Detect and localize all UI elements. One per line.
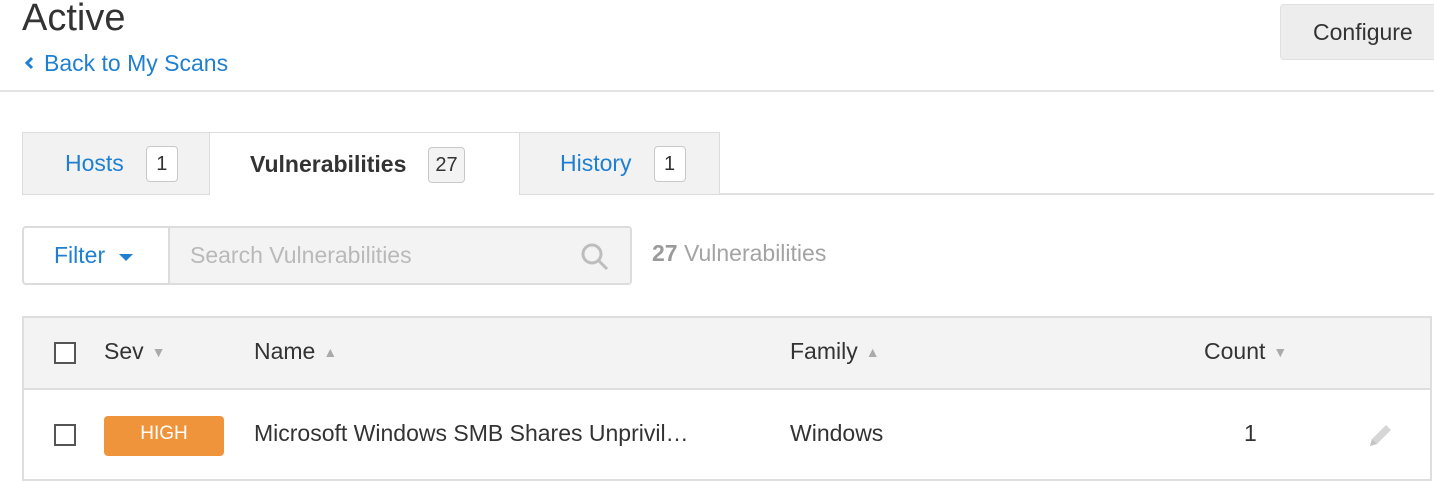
vulnerabilities-table: Sev ▼ Name ▲ Family ▲ Count ▼ HIGH Microsoft… [22,316,1432,481]
table-header: Sev ▼ Name ▲ Family ▲ Count ▼ [24,318,1430,390]
table-row[interactable]: HIGH Microsoft Windows SMB Shares Unpriv… [24,390,1430,481]
tab-history[interactable]: History 1 [519,132,720,195]
back-link[interactable]: Back to My Scans [24,48,228,78]
vulnerability-count-value: 1 [1244,420,1257,446]
caret-down-icon [119,254,134,261]
tab-label: Vulnerabilities [250,151,407,177]
column-header-sev[interactable]: Sev ▼ [104,338,166,365]
tab-hosts[interactable]: Hosts 1 [22,132,210,195]
back-link-label: Back to My Scans [44,50,229,76]
sort-desc-icon: ▼ [151,344,166,360]
tab-count-badge: 1 [653,145,686,182]
column-header-count[interactable]: Count ▼ [1204,338,1287,365]
filter-search-group: Filter [22,226,632,285]
select-all-checkbox[interactable] [54,342,76,364]
vulnerability-count-number: 27 [652,240,678,266]
filter-label: Filter [54,242,106,268]
severity-badge: HIGH [104,416,224,456]
tab-label: Hosts [65,150,124,176]
sort-desc-icon: ▼ [1273,344,1288,360]
search-icon[interactable] [580,242,610,277]
tab-vulnerabilities[interactable]: Vulnerabilities 27 [210,132,519,196]
vulnerability-count: 27 Vulnerabilities [652,238,826,268]
column-label: Count [1204,338,1266,364]
tab-count-badge: 1 [145,145,178,182]
search-input[interactable] [170,227,572,284]
column-label: Sev [104,338,144,364]
filter-button[interactable]: Filter [24,228,170,283]
column-label: Name [254,338,316,364]
tab-count-badge: 27 [428,146,465,183]
vulnerability-name[interactable]: Microsoft Windows SMB Shares Unprivil… [254,420,689,447]
header-divider [0,90,1434,92]
search-wrapper [170,227,630,284]
column-header-family[interactable]: Family ▲ [790,338,880,365]
pencil-icon[interactable] [1364,420,1396,457]
vulnerability-family: Windows [790,420,884,446]
tab-label: History [560,150,632,176]
sort-asc-icon: ▲ [865,344,880,360]
sort-asc-icon: ▲ [323,344,338,360]
chevron-left-icon [24,55,40,71]
row-checkbox[interactable] [54,424,76,446]
vulnerability-count-text: Vulnerabilities [677,240,827,266]
column-label: Family [790,338,858,364]
configure-button[interactable]: Configure [1280,4,1434,60]
page-title: Active [22,0,126,39]
column-header-name[interactable]: Name ▲ [254,338,337,365]
